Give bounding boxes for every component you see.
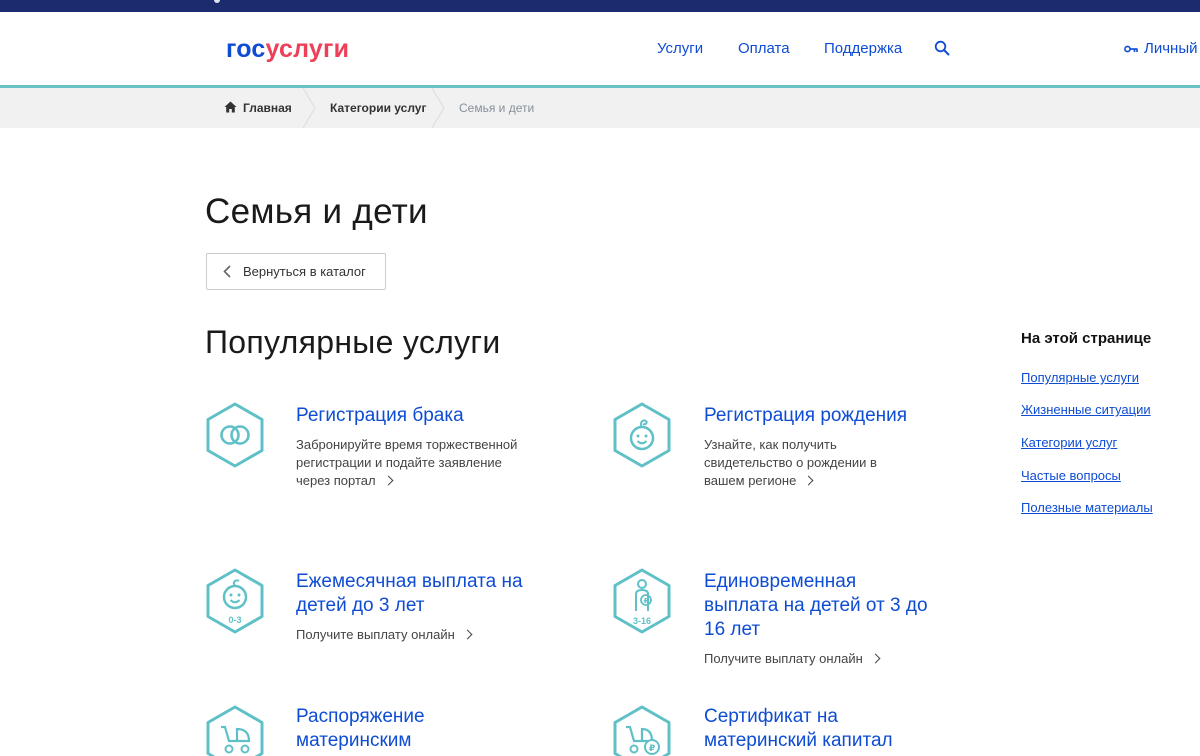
baby-0-3-icon: 0-3 (206, 568, 264, 634)
logo-uslugi: услуги (265, 35, 350, 63)
sidebar-link-categories[interactable]: Категории услуг (1021, 435, 1117, 450)
breadcrumb-separator (431, 88, 445, 128)
service-desc-marriage[interactable]: Забронируйте время торжественной регистр… (296, 436, 536, 490)
personal-account-link[interactable]: Личный (1124, 40, 1197, 57)
section-title-popular: Популярные услуги (205, 324, 501, 360)
gosuslugi-logo[interactable]: госуслуги (226, 35, 349, 64)
on-this-page-title: На этой странице (1021, 330, 1152, 347)
breadcrumb-categories[interactable]: Категории услуг (330, 101, 426, 115)
baby-face-icon (613, 402, 671, 468)
sidebar-link-faq[interactable]: Частые вопросы (1021, 468, 1121, 483)
logo-gos: гос (226, 35, 266, 63)
sidebar-link-popular[interactable]: Популярные услуги (1021, 370, 1139, 385)
sidebar-link-life-situations[interactable]: Жизненные ситуации (1021, 402, 1151, 417)
service-title-monthly-payment[interactable]: Ежемесячная выплата на детей до 3 лет (296, 570, 536, 618)
breadcrumb: Главная Категории услуг Семья и дети (0, 88, 1200, 128)
home-icon[interactable] (224, 101, 237, 113)
service-title-marriage[interactable]: Регистрация брака (296, 404, 556, 428)
stroller-ruble-icon: ₽ (613, 705, 671, 756)
site-header: госуслуги Услуги Оплата Поддержка Личный (0, 12, 1200, 86)
nav-services[interactable]: Услуги (657, 40, 703, 57)
rings-icon (206, 402, 264, 468)
service-desc-monthly-payment[interactable]: Получите выплату онлайн (296, 626, 536, 644)
nav-payment[interactable]: Оплата (738, 40, 790, 57)
top-strip-dot (214, 0, 220, 3)
sidebar-link-useful-materials[interactable]: Полезные материалы (1021, 500, 1153, 515)
chevron-right-icon (803, 475, 814, 486)
service-title-maternity-capital-certificate[interactable]: Сертификат на материнский капитал (704, 705, 944, 753)
personal-label: Личный (1144, 40, 1198, 57)
service-title-maternity-capital-use[interactable]: Распоряжение материнским (296, 705, 536, 753)
breadcrumb-home[interactable]: Главная (243, 101, 292, 115)
stroller-icon (206, 705, 264, 756)
breadcrumb-separator (302, 88, 316, 128)
back-to-catalog-button[interactable]: Вернуться в каталог (206, 253, 386, 290)
service-desc-lump-sum-payment[interactable]: Получите выплату онлайн (704, 650, 944, 668)
chevron-right-icon (870, 653, 881, 664)
chevron-right-icon (383, 475, 394, 486)
back-button-label: Вернуться в каталог (243, 264, 366, 279)
page-title: Семья и дети (205, 192, 428, 231)
svg-text:₽: ₽ (644, 597, 649, 605)
service-desc-birth[interactable]: Узнайте, как получить свидетельство о ро… (704, 436, 914, 490)
service-title-birth[interactable]: Регистрация рождения (704, 404, 964, 428)
key-icon (1124, 45, 1138, 52)
breadcrumb-current: Семья и дети (459, 101, 535, 115)
top-strip (0, 0, 1200, 12)
icon-label-0-3: 0-3 (228, 615, 241, 625)
chevron-left-icon (223, 265, 231, 278)
chevron-right-icon (462, 629, 473, 640)
icon-label-3-16: 3-16 (633, 616, 651, 626)
svg-text:₽: ₽ (649, 744, 655, 754)
nav-support[interactable]: Поддержка (824, 40, 902, 57)
child-3-16-icon: ₽ 3-16 (613, 568, 671, 634)
service-title-lump-sum-payment[interactable]: Единовременная выплата на детей от 3 до … (704, 570, 934, 642)
search-icon[interactable] (934, 40, 950, 56)
